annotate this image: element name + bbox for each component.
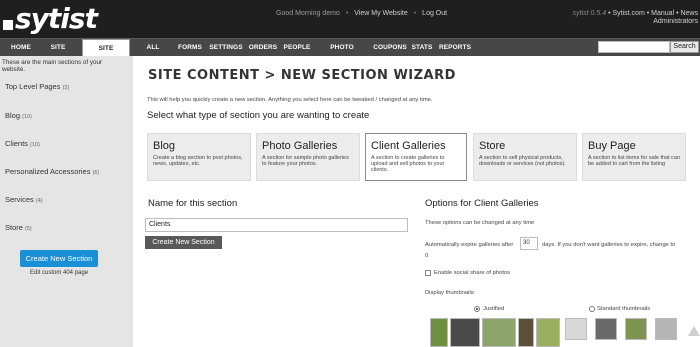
sidebar-item-count: (10) [22, 114, 32, 120]
search-button[interactable]: Search [670, 41, 699, 53]
intro-text: This will help you quickly create a new … [147, 97, 433, 103]
nav-stats[interactable]: STATS [410, 39, 434, 57]
card-description: A section for sample photo galleries to … [262, 155, 349, 168]
nav-all-photos[interactable]: ALL PHOTOS [133, 39, 173, 69]
preview-thumbnail [595, 318, 617, 340]
sidebar-item-clients[interactable]: Clients (10) [5, 139, 40, 148]
card-description: A section to create galleries to upload … [371, 155, 445, 174]
sidebar-intro: These are the main sections of your webs… [2, 59, 103, 73]
preview-thumbnail [655, 318, 677, 340]
sidebar-item-label: Clients [5, 139, 28, 148]
top-header: sytist Good Morning demo • View My Websi… [0, 0, 700, 38]
section-type-heading: Select what type of section you are want… [147, 110, 370, 121]
sidebar-item-blog[interactable]: Blog (10) [5, 111, 32, 120]
nav-coupons[interactable]: COUPONS [373, 39, 407, 57]
separator: • [413, 10, 417, 17]
search-input[interactable] [598, 41, 670, 53]
expire-zero-text: 0 [425, 253, 429, 259]
justified-radio[interactable] [474, 306, 480, 312]
sidebar-item-top-level-pages[interactable]: Top Level Pages (2) [5, 82, 69, 91]
page-title: SITE CONTENT > NEW SECTION WIZARD [148, 68, 456, 83]
section-card-store[interactable]: Store A section to sell physical product… [473, 133, 577, 181]
nav-people[interactable]: PEOPLE [282, 39, 312, 57]
scroll-up-icon[interactable] [688, 326, 700, 336]
manual-link[interactable]: Manual [651, 10, 674, 17]
edit-404-link[interactable]: Edit custom 404 page [30, 270, 88, 276]
sidebar-item-services[interactable]: Services (4) [5, 195, 43, 204]
card-description: Create a blog section to post photos, ne… [153, 155, 243, 168]
standard-thumbnails-label: Standard thumbnails [597, 306, 651, 312]
sidebar: These are the main sections of your webs… [0, 56, 133, 347]
social-share-checkbox[interactable] [425, 270, 431, 276]
preview-thumbnail [536, 318, 560, 347]
nav-home[interactable]: HOME [6, 39, 36, 57]
sidebar-item-store[interactable]: Store (5) [5, 223, 32, 232]
section-card-client-galleries[interactable]: Client Galleries A section to create gal… [365, 133, 467, 181]
section-card-photo-galleries[interactable]: Photo Galleries A section for sample pho… [256, 133, 360, 181]
section-card-buy-page[interactable]: Buy Page A section to list items for sal… [582, 133, 686, 181]
expire-label: Automatically expire galleries after [425, 242, 514, 248]
standard-thumbnails-radio[interactable] [589, 306, 595, 312]
preview-thumbnail [450, 318, 480, 347]
card-description: A section to list items for sale that ca… [588, 155, 681, 168]
create-section-submit-button[interactable]: Create New Section [145, 236, 222, 249]
section-name-heading: Name for this section [148, 198, 238, 209]
nav-photo-products[interactable]: PHOTO PRODUCTS [315, 39, 369, 69]
logo-text: sytist [15, 1, 98, 35]
sidebar-item-label: Personalized Accessories [5, 167, 91, 176]
sidebar-item-label: Services [5, 195, 34, 204]
logo[interactable]: sytist [3, 1, 98, 35]
card-title: Store [479, 140, 506, 152]
nav-settings[interactable]: SETTINGS [208, 39, 244, 57]
top-links: Good Morning demo • View My Website • Lo… [276, 10, 447, 17]
nav-site-content[interactable]: SITE CONTENT [82, 39, 130, 70]
view-website-link[interactable]: View My Website [354, 10, 407, 17]
card-title: Photo Galleries [262, 140, 338, 152]
display-thumbnails-label: Display thumbnails: [425, 290, 476, 296]
version-text: sytist 0.5.4 [572, 10, 607, 17]
sidebar-item-count: (6) [92, 170, 100, 176]
card-title: Buy Page [588, 140, 636, 152]
top-right-links: sytist 0.5.4 • Sytist.com • Manual • New… [568, 10, 698, 26]
expire-days-input[interactable]: 30 [520, 237, 538, 250]
standard-preview [565, 318, 677, 340]
preview-thumbnail [482, 318, 516, 347]
sidebar-item-count: (10) [30, 142, 40, 148]
nav-forms[interactable]: FORMS [177, 39, 203, 57]
section-card-blog[interactable]: Blog Create a blog section to post photo… [147, 133, 251, 181]
sidebar-item-label: Blog [5, 111, 21, 120]
sidebar-item-label: Top Level Pages [5, 82, 61, 91]
card-title: Client Galleries [371, 140, 446, 152]
main-nav: HOME SITE DESIGN SITE CONTENT ALL PHOTOS… [0, 38, 700, 70]
expire-label-after: days. If you don't want galleries to exp… [542, 242, 676, 248]
separator: • [345, 10, 349, 17]
card-description: A section to sell physical products, dow… [479, 155, 566, 168]
section-name-input[interactable]: Clients [145, 218, 408, 232]
nav-site-design[interactable]: SITE DESIGN [37, 39, 79, 69]
justified-preview [430, 318, 560, 347]
sidebar-item-count: (4) [35, 198, 43, 204]
sidebar-item-count: (5) [25, 226, 32, 232]
sidebar-item-count: (2) [62, 85, 70, 91]
justified-label: Justified [483, 306, 505, 312]
preview-thumbnail [430, 318, 448, 347]
sidebar-item-personalized-accessories[interactable]: Personalized Accessories (6) [5, 167, 99, 176]
logo-mark-icon [3, 20, 13, 30]
nav-orders[interactable]: ORDERS [248, 39, 278, 57]
nav-reports[interactable]: REPORTS [438, 39, 472, 57]
sytist-link[interactable]: Sytist.com [613, 10, 645, 17]
card-title: Blog [153, 140, 176, 152]
sidebar-item-label: Store [5, 223, 23, 232]
social-share-label: Enable social share of photos [434, 270, 511, 276]
preview-thumbnail [518, 318, 534, 347]
create-new-section-button[interactable]: Create New Section [20, 250, 98, 267]
preview-thumbnail [625, 318, 647, 340]
greeting-text: Good Morning demo [276, 10, 340, 17]
preview-thumbnail [565, 318, 587, 340]
options-heading: Options for Client Galleries [425, 198, 539, 209]
news-link[interactable]: News [680, 10, 698, 17]
role-text: Administrators [653, 18, 698, 25]
logout-link[interactable]: Log Out [422, 10, 447, 17]
options-note: These options can be changed at any time [425, 220, 535, 226]
